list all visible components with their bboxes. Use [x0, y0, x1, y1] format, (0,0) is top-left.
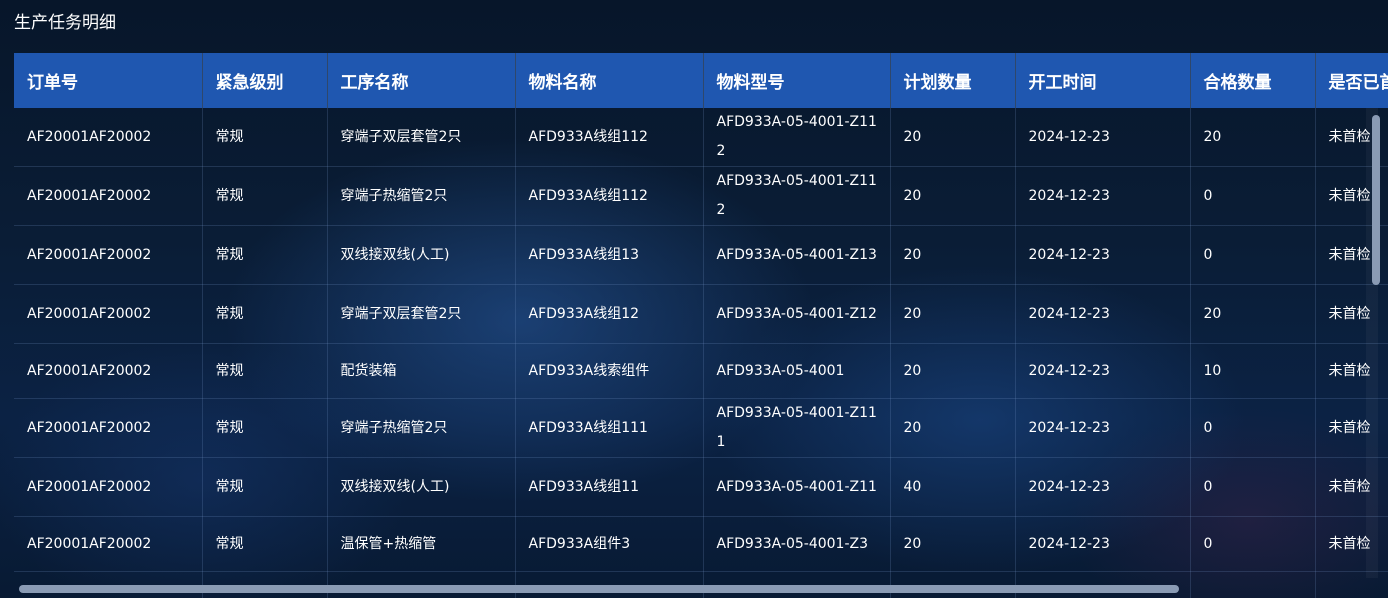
cell-material-model: AFD933A-05-4001-Z112 — [703, 166, 891, 226]
cell-start-time: 2024-12-23 — [1015, 108, 1191, 167]
production-task-table: 订单号 紧急级别 工序名称 物料名称 物料型号 计划数量 开工时间 合格数量 是… — [14, 53, 1388, 598]
cell-urgency: 常规 — [202, 398, 328, 458]
column-header-planned-qty[interactable]: 计划数量 — [890, 53, 1016, 108]
cell-material-model: AFD933A-05-4001-Z3 — [703, 516, 891, 572]
table-row[interactable]: AF20001AF20002 常规 穿端子双层套管2只 AFD933A线组112… — [14, 108, 1388, 167]
column-header-material-name[interactable]: 物料名称 — [515, 53, 704, 108]
task-table: 订单号 紧急级别 工序名称 物料名称 物料型号 计划数量 开工时间 合格数量 是… — [14, 53, 1388, 598]
table-row[interactable]: AF20001AF20002 常规 穿端子双层套管2只 AFD933A线组12 … — [14, 284, 1388, 344]
cell-process-name: 穿端子双层套管2只 — [327, 108, 516, 167]
cell-urgency: 常规 — [202, 457, 328, 517]
cell-urgency: 常规 — [202, 108, 328, 167]
column-header-urgency[interactable]: 紧急级别 — [202, 53, 328, 108]
table-row[interactable]: AF20001AF20002 常规 双线接双线(人工) AFD933A线组11 … — [14, 457, 1388, 517]
cell-material-model: AFD933A-05-4001 — [703, 343, 891, 399]
cell-process-name: 穿端子热缩管2只 — [327, 398, 516, 458]
cell-start-time: 2024-12-23 — [1015, 457, 1191, 517]
cell-qualified-qty: 0 — [1190, 457, 1316, 517]
cell-material-model: AFD933A-05-4001-Z112 — [703, 108, 891, 167]
cell-material-name: AFD933A线组11 — [515, 457, 704, 517]
cell-start-time: 2024-12-23 — [1015, 225, 1191, 285]
cell-qualified-qty: 0 — [1190, 166, 1316, 226]
cell-urgency: 常规 — [202, 225, 328, 285]
cell-material-name: AFD933A组件3 — [515, 516, 704, 572]
cell-start-time: 2024-12-23 — [1015, 398, 1191, 458]
panel-title: 生产任务明细 — [14, 13, 116, 33]
cell-process-name: 穿端子双层套管2只 — [327, 284, 516, 344]
cell-order-no: AF20001AF20002 — [14, 108, 203, 167]
cell-urgency: 常规 — [202, 343, 328, 399]
table-row[interactable]: AF20001AF20002 常规 温保管+热缩管 AFD933A组件3 AFD… — [14, 516, 1388, 572]
cell-process-name: 穿端子热缩管2只 — [327, 166, 516, 226]
cell-process-name: 温保管+热缩管 — [327, 516, 516, 572]
column-header-order-no[interactable]: 订单号 — [14, 53, 203, 108]
table-row[interactable]: AF20001AF20002 常规 双线接双线(人工) AFD933A线组13 … — [14, 225, 1388, 285]
column-header-first-inspection[interactable]: 是否已首 — [1315, 53, 1388, 108]
cell-material-model: AFD933A-05-4001-Z11 — [703, 457, 891, 517]
cell-urgency: 常规 — [202, 516, 328, 572]
cell-planned-qty: 20 — [890, 284, 1016, 344]
column-header-process-name[interactable]: 工序名称 — [327, 53, 516, 108]
column-header-qualified-qty[interactable]: 合格数量 — [1190, 53, 1316, 108]
cell-planned-qty: 20 — [890, 108, 1016, 167]
cell-planned-qty: 20 — [890, 166, 1016, 226]
cell-qualified-qty — [1190, 571, 1316, 598]
cell-order-no: AF20001AF20002 — [14, 516, 203, 572]
cell-material-name: AFD933A线索组件 — [515, 343, 704, 399]
column-header-material-model[interactable]: 物料型号 — [703, 53, 891, 108]
cell-qualified-qty: 0 — [1190, 225, 1316, 285]
cell-start-time: 2024-12-23 — [1015, 284, 1191, 344]
cell-material-model: AFD933A-05-4001-Z12 — [703, 284, 891, 344]
table-row[interactable]: AF20001AF20002 常规 穿端子热缩管2只 AFD933A线组112 … — [14, 166, 1388, 226]
cell-qualified-qty: 10 — [1190, 343, 1316, 399]
cell-urgency: 常规 — [202, 284, 328, 344]
cell-material-name: AFD933A线组112 — [515, 108, 704, 167]
cell-material-name: AFD933A线组112 — [515, 166, 704, 226]
cell-start-time: 2024-12-23 — [1015, 343, 1191, 399]
table-row[interactable]: AF20001AF20002 常规 穿端子热缩管2只 AFD933A线组111 … — [14, 398, 1388, 458]
cell-material-name: AFD933A线组111 — [515, 398, 704, 458]
cell-material-model: AFD933A-05-4001-Z111 — [703, 398, 891, 458]
cell-planned-qty: 20 — [890, 343, 1016, 399]
cell-order-no: AF20001AF20002 — [14, 343, 203, 399]
cell-order-no: AF20001AF20002 — [14, 284, 203, 344]
cell-urgency: 常规 — [202, 166, 328, 226]
cell-process-name: 配货装箱 — [327, 343, 516, 399]
cell-planned-qty: 40 — [890, 457, 1016, 517]
cell-process-name: 双线接双线(人工) — [327, 225, 516, 285]
cell-start-time: 2024-12-23 — [1015, 166, 1191, 226]
cell-qualified-qty: 0 — [1190, 398, 1316, 458]
cell-order-no: AF20001AF20002 — [14, 398, 203, 458]
cell-material-name: AFD933A线组12 — [515, 284, 704, 344]
cell-material-model: AFD933A-05-4001-Z13 — [703, 225, 891, 285]
cell-planned-qty: 20 — [890, 516, 1016, 572]
cell-qualified-qty: 0 — [1190, 516, 1316, 572]
table-header-row: 订单号 紧急级别 工序名称 物料名称 物料型号 计划数量 开工时间 合格数量 是… — [14, 53, 1388, 108]
vertical-scrollbar-thumb[interactable] — [1372, 115, 1380, 285]
cell-order-no: AF20001AF20002 — [14, 225, 203, 285]
cell-qualified-qty: 20 — [1190, 108, 1316, 167]
cell-qualified-qty: 20 — [1190, 284, 1316, 344]
cell-order-no: AF20001AF20002 — [14, 457, 203, 517]
cell-planned-qty: 20 — [890, 225, 1016, 285]
cell-start-time: 2024-12-23 — [1015, 516, 1191, 572]
cell-order-no: AF20001AF20002 — [14, 166, 203, 226]
table-row[interactable]: AF20001AF20002 常规 配货装箱 AFD933A线索组件 AFD93… — [14, 343, 1388, 399]
cell-material-name: AFD933A线组13 — [515, 225, 704, 285]
cell-process-name: 双线接双线(人工) — [327, 457, 516, 517]
horizontal-scrollbar-thumb[interactable] — [19, 585, 1179, 593]
column-header-start-time[interactable]: 开工时间 — [1015, 53, 1191, 108]
cell-planned-qty: 20 — [890, 398, 1016, 458]
